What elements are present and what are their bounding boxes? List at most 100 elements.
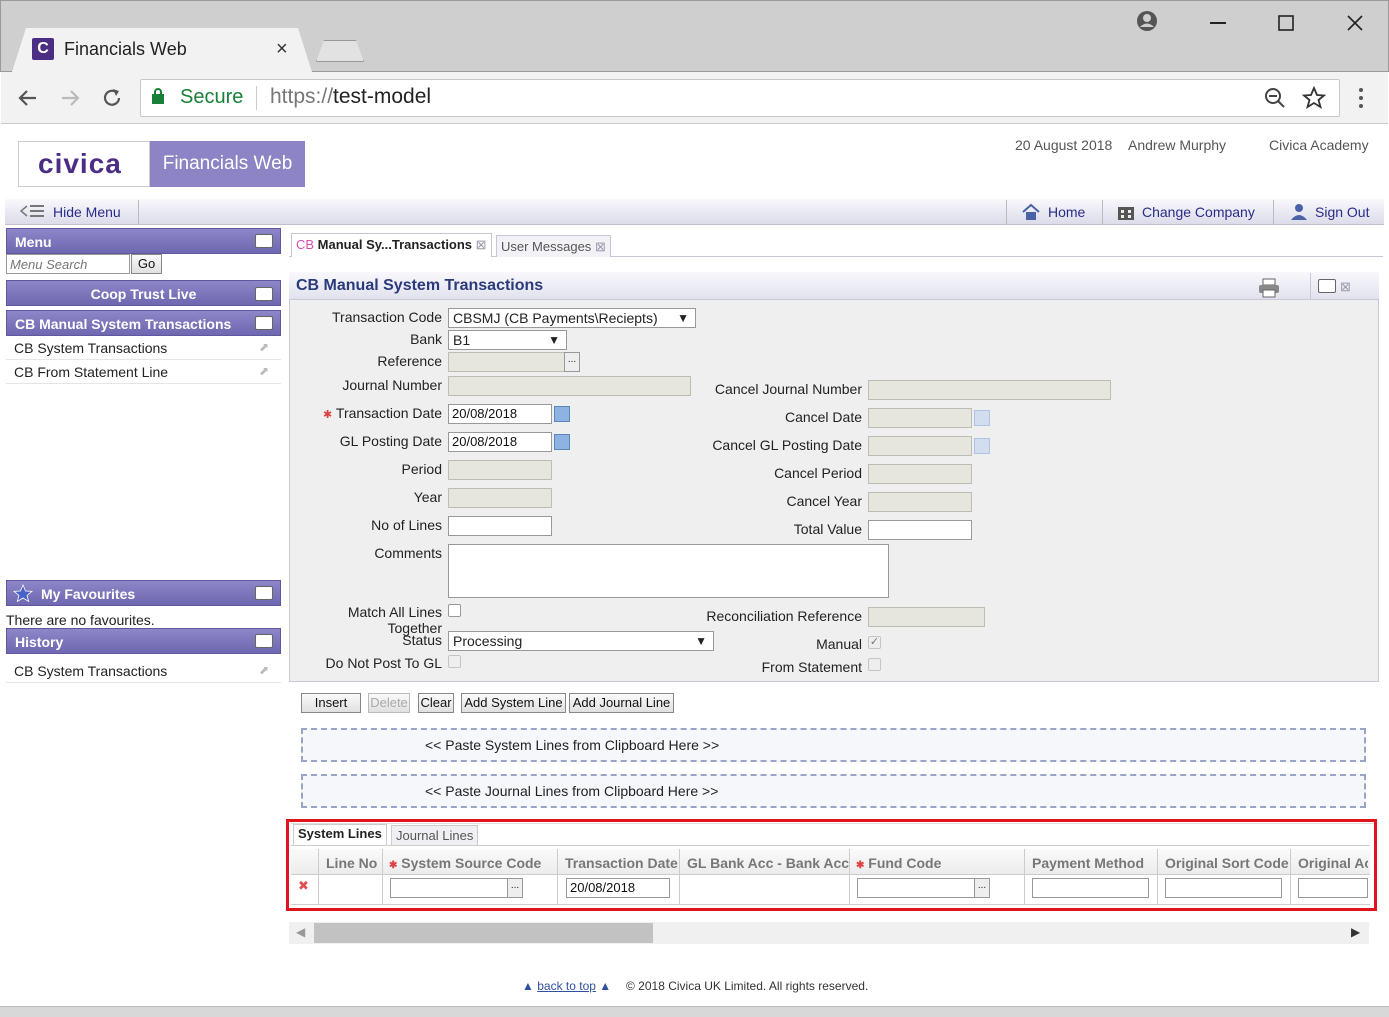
cancel-gl-posting-date-input[interactable] [868, 436, 972, 456]
group-header[interactable]: Coop Trust Live [6, 280, 281, 306]
change-company-link[interactable]: Change Company [1142, 204, 1255, 220]
add-journal-line-button[interactable]: Add Journal Line [569, 693, 674, 713]
section-header[interactable]: CB Manual System Transactions [6, 310, 281, 336]
paste-system-lines-zone[interactable]: << Paste System Lines from Clipboard Her… [301, 728, 1366, 762]
header-company: Civica Academy [1269, 137, 1369, 153]
cancel-year-input[interactable] [868, 492, 972, 512]
do-not-post-checkbox[interactable] [448, 655, 461, 668]
menu-panel-title: Menu [15, 234, 52, 250]
cancel-journal-number-input[interactable] [868, 380, 1111, 400]
history-item-label: CB System Transactions [14, 663, 168, 679]
panel-toggle-icon[interactable] [255, 287, 273, 301]
menubar-divider [1102, 200, 1103, 224]
reference-lookup-button[interactable]: ... [564, 352, 580, 372]
from-statement-checkbox[interactable] [868, 658, 881, 671]
cancel-date-input[interactable] [868, 408, 972, 428]
tab-close-icon[interactable]: × [276, 38, 288, 61]
reconciliation-reference-input[interactable] [868, 607, 985, 627]
calendar-icon[interactable] [974, 410, 990, 426]
open-external-icon[interactable]: ⬈ [259, 364, 269, 378]
period-input[interactable] [448, 460, 552, 480]
hide-menu-icon[interactable] [20, 203, 46, 219]
panel-export-icon[interactable] [255, 316, 273, 330]
url-text[interactable]: https://test-model [270, 85, 431, 109]
cancel-year-label: Cancel Year [786, 493, 862, 509]
url-protocol: https:// [270, 85, 334, 108]
account-icon[interactable] [1136, 10, 1158, 32]
year-label: Year [413, 489, 442, 505]
transaction-date-input[interactable]: 20/08/2018 [448, 404, 552, 424]
tab-user-messages[interactable]: User Messages ⊠ [496, 235, 611, 257]
comments-textarea[interactable] [448, 544, 889, 598]
home-link[interactable]: Home [1048, 204, 1085, 220]
paste-journal-lines-zone[interactable]: << Paste Journal Lines from Clipboard He… [301, 774, 1366, 808]
menu-search-go-button[interactable]: Go [131, 254, 162, 274]
match-all-checkbox[interactable] [448, 604, 461, 617]
scroll-left-icon[interactable]: ◀ [296, 925, 305, 939]
open-external-icon[interactable]: ⬈ [259, 663, 269, 677]
bank-select[interactable]: B1 ▼ [448, 330, 567, 350]
open-external-icon[interactable]: ⬈ [259, 340, 269, 354]
cancel-period-input[interactable] [868, 464, 972, 484]
panel-close-icon[interactable]: ⊠ [1340, 279, 1351, 295]
panel-toggle-icon[interactable] [1318, 279, 1336, 293]
company-icon[interactable] [1117, 203, 1135, 221]
address-separator [256, 86, 257, 110]
back-icon[interactable] [16, 86, 40, 110]
product-banner: Financials Web [150, 141, 305, 187]
menu-search-input[interactable] [6, 254, 130, 274]
dropdown-arrow-icon: ▼ [677, 311, 689, 325]
zoom-icon[interactable] [1264, 87, 1286, 109]
total-value-input[interactable] [868, 520, 972, 540]
highlight-box [286, 819, 1377, 911]
calendar-icon[interactable] [554, 434, 570, 450]
section-title: CB Manual System Transactions [15, 316, 232, 332]
sign-out-icon[interactable] [1289, 202, 1309, 222]
panel-toggle-icon[interactable] [255, 586, 273, 600]
tab-close-icon[interactable]: ⊠ [476, 237, 487, 252]
maximize-icon[interactable] [1278, 15, 1296, 33]
header-user: Andrew Murphy [1128, 137, 1227, 153]
home-icon[interactable] [1021, 203, 1041, 221]
panel-toggle-icon[interactable] [255, 234, 273, 248]
menu-item[interactable]: CB System Transactions [6, 336, 281, 360]
year-input[interactable] [448, 488, 552, 508]
status-value: Processing [453, 633, 523, 649]
scroll-right-icon[interactable]: ▶ [1351, 925, 1360, 939]
civica-logo-text: civica [38, 148, 122, 179]
journal-number-input[interactable] [448, 376, 691, 396]
menu-item[interactable]: CB From Statement Line [6, 360, 281, 384]
sign-out-link[interactable]: Sign Out [1315, 204, 1369, 220]
status-select[interactable]: Processing ▼ [448, 631, 714, 651]
manual-checkbox[interactable]: ✓ [868, 636, 881, 649]
new-tab-button[interactable] [316, 40, 364, 62]
gl-posting-date-input[interactable]: 20/08/2018 [448, 432, 552, 452]
reconciliation-reference-label: Reconciliation Reference [706, 608, 862, 624]
scrollbar-thumb[interactable] [314, 923, 653, 943]
history-item[interactable]: CB System Transactions [6, 659, 281, 683]
forward-icon[interactable] [58, 86, 82, 110]
window-bottom-frame [0, 1006, 1389, 1017]
calendar-icon[interactable] [554, 406, 570, 422]
add-system-line-button[interactable]: Add System Line [461, 693, 566, 713]
no-of-lines-input[interactable] [448, 516, 552, 536]
reference-input[interactable] [448, 352, 565, 372]
tab-close-icon[interactable]: ⊠ [595, 239, 606, 254]
tab-cb-manual[interactable]: CB Manual Sy...Transactions ⊠ [291, 233, 492, 257]
more-icon[interactable] [1356, 86, 1366, 110]
close-icon[interactable] [1346, 14, 1364, 32]
minimize-icon[interactable] [1210, 22, 1228, 26]
transaction-code-select[interactable]: CBSMJ (CB Payments\Reciepts) ▼ [448, 308, 696, 328]
reload-icon[interactable] [100, 86, 124, 110]
cancel-date-label: Cancel Date [784, 409, 862, 425]
print-icon[interactable] [1258, 278, 1280, 298]
clear-button[interactable]: Clear [418, 693, 454, 713]
calendar-icon[interactable] [974, 438, 990, 454]
back-to-top-link[interactable]: ▲ back to top ▲ [522, 979, 611, 993]
hide-menu-link[interactable]: Hide Menu [53, 204, 121, 220]
star-icon[interactable] [1302, 86, 1326, 110]
panel-toggle-icon[interactable] [255, 634, 273, 648]
delete-button[interactable]: Delete [368, 693, 410, 713]
journal-number-label: Journal Number [342, 377, 442, 393]
insert-button[interactable]: Insert [301, 693, 361, 713]
